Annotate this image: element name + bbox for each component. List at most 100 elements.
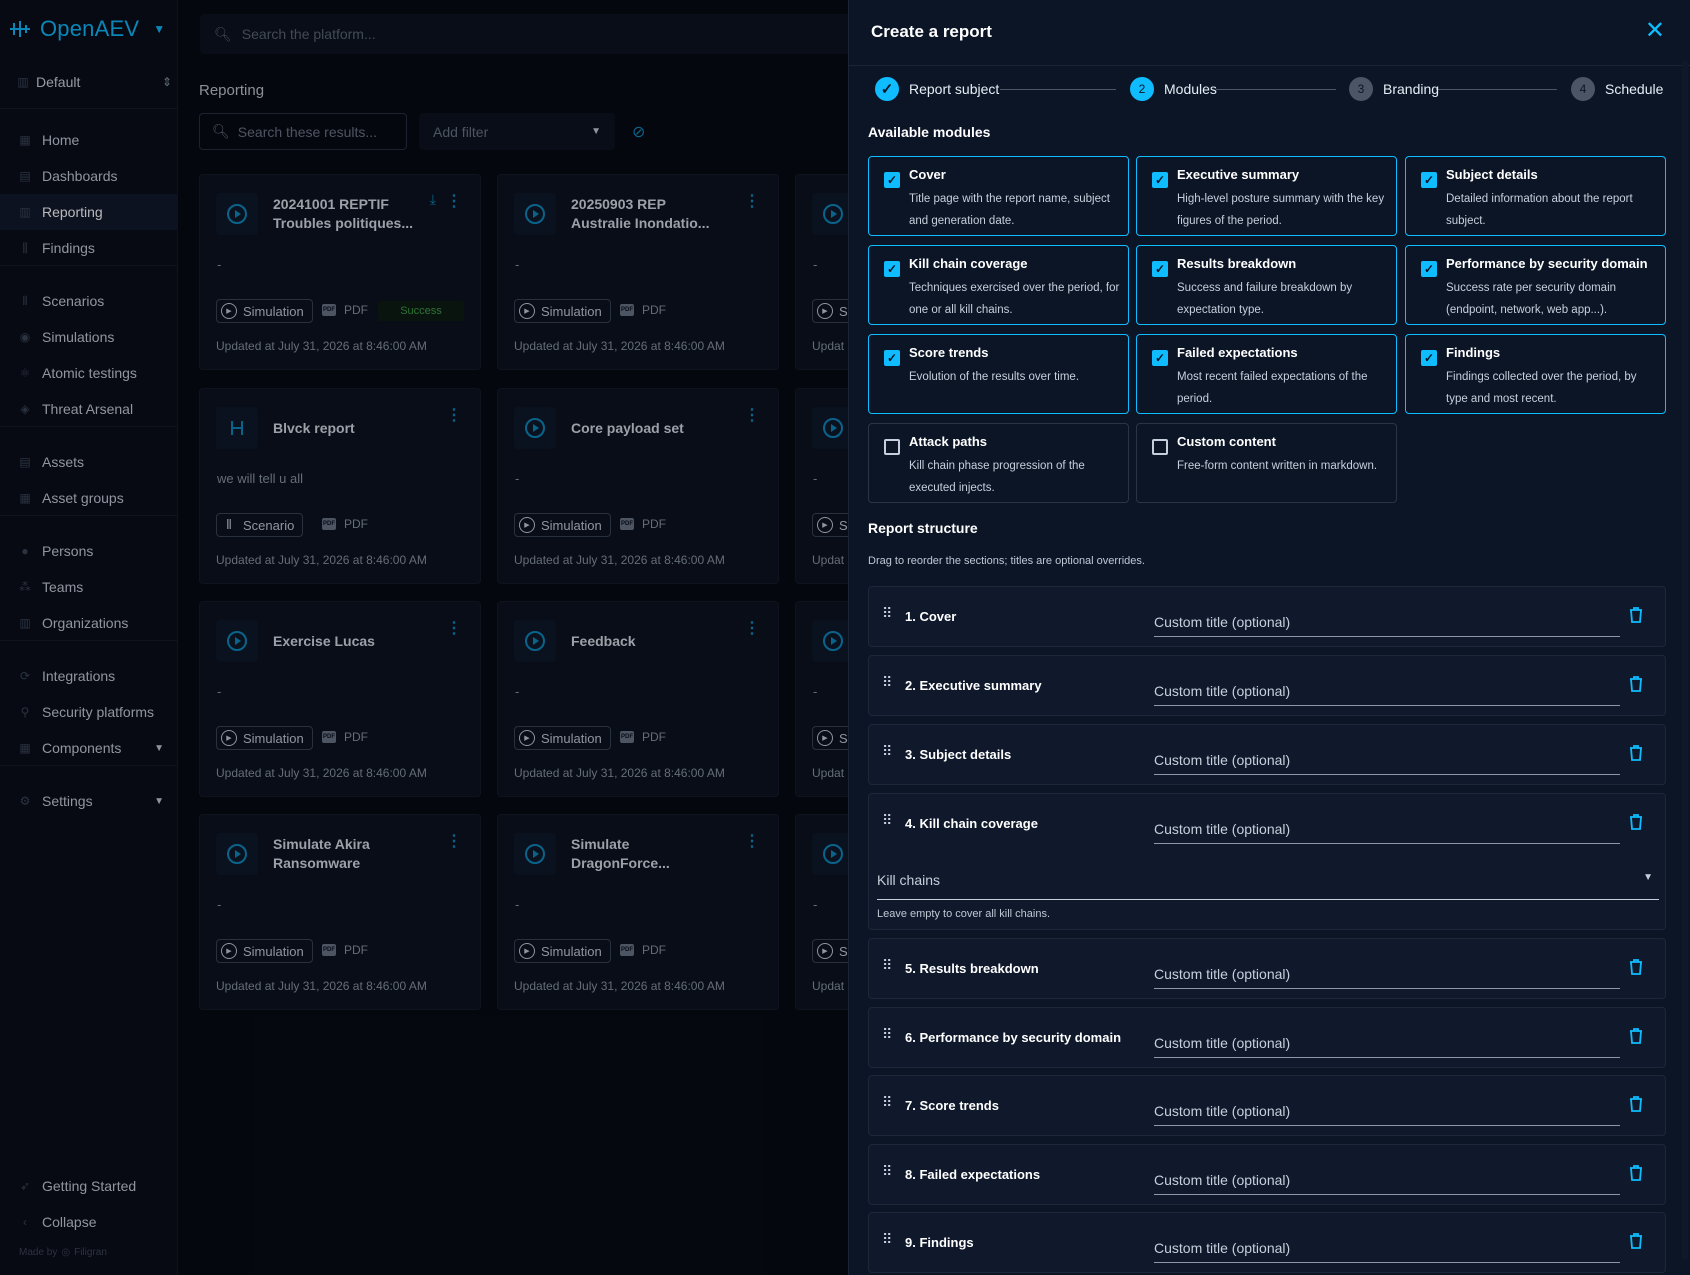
drawer-scrollbar[interactable] [1682, 60, 1688, 1260]
report-section-row[interactable]: ⠿ 5. Results breakdown Custom title (optio… [868, 938, 1666, 999]
drag-handle-icon[interactable]: ⠿ [882, 606, 892, 620]
custom-title-input[interactable]: Custom title (optional) [1154, 609, 1620, 637]
module-results-breakdown[interactable]: ✓ Results breakdown Success and failure br… [1136, 245, 1397, 325]
check-icon: ✓ [875, 77, 899, 101]
create-report-drawer: Create a report ✕ ✓ Report subject 2 Module… [848, 0, 1690, 1275]
delete-icon[interactable] [1629, 1028, 1643, 1049]
custom-title-input[interactable]: Custom title (optional) [1154, 1098, 1620, 1126]
report-section-row[interactable]: ⠿ 8. Failed expectations Custom title (opt… [868, 1144, 1666, 1205]
backdrop-overlay[interactable] [0, 0, 852, 1275]
module-findings[interactable]: ✓ Findings Findings collected over the per… [1405, 334, 1666, 414]
module-title: Custom content [1177, 434, 1276, 449]
step-number: 2 [1130, 77, 1154, 101]
stepper-connector [1000, 89, 1116, 90]
caret-down-icon: ▼ [1643, 872, 1653, 883]
step-modules[interactable]: 2 Modules [1130, 77, 1217, 101]
module-checkbox[interactable]: ✓ [1152, 350, 1168, 366]
kill-chains-help: Leave empty to cover all kill chains. [877, 908, 1051, 920]
custom-title-input[interactable]: Custom title (optional) [1154, 816, 1620, 844]
module-title: Kill chain coverage [909, 256, 1028, 271]
module-kill-chain-coverage[interactable]: ✓ Kill chain coverage Techniques exercised… [868, 245, 1129, 325]
section-label: 7. Score trends [905, 1098, 999, 1113]
report-section-row[interactable]: ⠿ 4. Kill chain coverage Custom title (opt… [868, 793, 1666, 930]
drag-handle-icon[interactable]: ⠿ [882, 1027, 892, 1041]
custom-title-input[interactable]: Custom title (optional) [1154, 1235, 1620, 1263]
module-score-trends[interactable]: ✓ Score trends Evolution of the results ov… [868, 334, 1129, 414]
module-checkbox[interactable]: ✓ [1152, 261, 1168, 277]
drag-handle-icon[interactable]: ⠿ [882, 1095, 892, 1109]
module-attack-paths[interactable]: Attack paths Kill chain phase progression… [868, 423, 1129, 503]
drag-handle-icon[interactable]: ⠿ [882, 675, 892, 689]
drag-handle-icon[interactable]: ⠿ [882, 1232, 892, 1246]
section-label: 1. Cover [905, 609, 957, 624]
available-modules-title: Available modules [868, 124, 991, 140]
module-checkbox[interactable]: ✓ [1421, 261, 1437, 277]
section-label: 3. Subject details [905, 747, 1012, 762]
delete-icon[interactable] [1629, 745, 1643, 766]
module-checkbox[interactable]: ✓ [1421, 350, 1437, 366]
custom-title-input[interactable]: Custom title (optional) [1154, 961, 1620, 989]
module-cover[interactable]: ✓ Cover Title page with the report name, s… [868, 156, 1129, 236]
delete-icon[interactable] [1629, 607, 1643, 628]
drawer-title: Create a report [871, 22, 992, 41]
custom-title-input[interactable]: Custom title (optional) [1154, 1030, 1620, 1058]
delete-icon[interactable] [1629, 1233, 1643, 1254]
step-schedule[interactable]: 4 Schedule [1571, 77, 1663, 101]
module-description: Title page with the report name, subject… [909, 193, 1110, 227]
module-description: Techniques exercised over the period, fo… [909, 282, 1120, 316]
custom-title-input[interactable]: Custom title (optional) [1154, 678, 1620, 706]
module-description: Most recent failed expectations of the p… [1177, 371, 1368, 405]
report-section-row[interactable]: ⠿ 3. Subject details Custom title (optiona… [868, 724, 1666, 785]
custom-title-input[interactable]: Custom title (optional) [1154, 747, 1620, 775]
module-description: Kill chain phase progression of the exec… [909, 460, 1085, 494]
module-checkbox[interactable] [884, 439, 900, 455]
module-title: Executive summary [1177, 167, 1300, 182]
module-performance-by-security-domain[interactable]: ✓ Performance by security domain Success r… [1405, 245, 1666, 325]
module-executive-summary[interactable]: ✓ Executive summary High-level posture sum… [1136, 156, 1397, 236]
report-section-row[interactable]: ⠿ 6. Performance by security domain Custom… [868, 1007, 1666, 1068]
module-checkbox[interactable]: ✓ [884, 261, 900, 277]
section-label: 4. Kill chain coverage [905, 816, 1038, 831]
section-label: 6. Performance by security domain [905, 1030, 1122, 1045]
step-label: Schedule [1605, 81, 1664, 97]
module-title: Attack paths [909, 434, 988, 449]
drag-handle-icon[interactable]: ⠿ [882, 958, 892, 972]
module-checkbox[interactable]: ✓ [1421, 172, 1437, 188]
delete-icon[interactable] [1629, 814, 1643, 835]
delete-icon[interactable] [1629, 1165, 1643, 1186]
module-checkbox[interactable]: ✓ [884, 350, 900, 366]
report-section-row[interactable]: ⠿ 9. Findings Custom title (optional) [868, 1212, 1666, 1273]
module-checkbox[interactable]: ✓ [884, 172, 900, 188]
kill-chains-select[interactable]: Kill chains ▼ [877, 872, 1659, 900]
close-icon[interactable]: ✕ [1645, 19, 1665, 43]
delete-icon[interactable] [1629, 676, 1643, 697]
report-section-row[interactable]: ⠿ 1. Cover Custom title (optional) [868, 586, 1666, 647]
module-subject-details[interactable]: ✓ Subject details Detailed information abo… [1405, 156, 1666, 236]
step-report-subject[interactable]: ✓ Report subject [875, 77, 999, 101]
module-custom-content[interactable]: Custom content Free-form content written … [1136, 423, 1397, 503]
section-label: 9. Findings [905, 1235, 974, 1250]
section-label: 5. Results breakdown [905, 961, 1039, 976]
stepper-connector [1436, 89, 1557, 90]
step-label: Branding [1383, 81, 1440, 97]
custom-title-input[interactable]: Custom title (optional) [1154, 1167, 1620, 1195]
report-structure-title: Report structure [868, 520, 978, 536]
module-description: Detailed information about the report su… [1446, 193, 1633, 227]
module-title: Subject details [1446, 167, 1538, 182]
module-title: Cover [909, 167, 946, 182]
drag-handle-icon[interactable]: ⠿ [882, 813, 892, 827]
step-branding[interactable]: 3 Branding [1349, 77, 1439, 101]
drag-handle-icon[interactable]: ⠿ [882, 744, 892, 758]
report-section-row[interactable]: ⠿ 7. Score trends Custom title (optional) [868, 1075, 1666, 1136]
delete-icon[interactable] [1629, 959, 1643, 980]
drag-handle-icon[interactable]: ⠿ [882, 1164, 892, 1178]
module-description: High-level posture summary with the key … [1177, 193, 1385, 227]
module-title: Results breakdown [1177, 256, 1297, 271]
report-section-row[interactable]: ⠿ 2. Executive summary Custom title (optio… [868, 655, 1666, 716]
delete-icon[interactable] [1629, 1096, 1643, 1117]
module-title: Performance by security domain [1446, 256, 1648, 271]
module-checkbox[interactable]: ✓ [1152, 172, 1168, 188]
module-title: Failed expectations [1177, 345, 1298, 360]
module-failed-expectations[interactable]: ✓ Failed expectations Most recent failed e… [1136, 334, 1397, 414]
module-checkbox[interactable] [1152, 439, 1168, 455]
